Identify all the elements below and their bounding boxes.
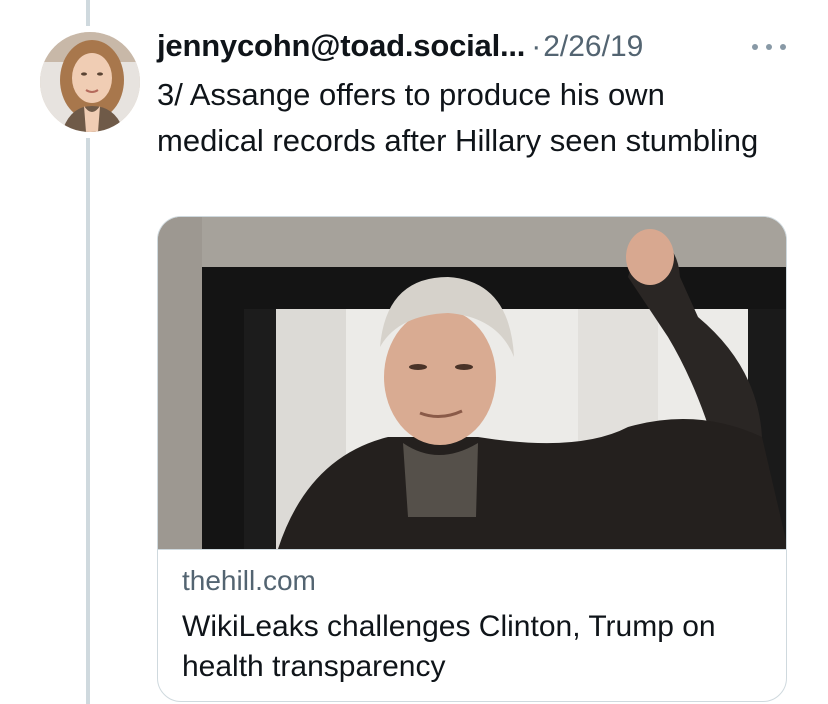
tweet-header: jennycohn@toad.social... · 2/26/19 [157, 28, 643, 68]
user-handle[interactable]: jennycohn@toad.social... [157, 28, 525, 64]
tweet-text: 3/ Assange offers to produce his own med… [157, 77, 759, 158]
card-domain: thehill.com [182, 565, 316, 596]
more-dot [766, 44, 772, 50]
card-image [158, 217, 786, 549]
thread-line [86, 0, 90, 26]
tweet[interactable]: jennycohn@toad.social... · 2/26/19 3/ As… [0, 0, 828, 704]
card-title: WikiLeaks challenges Clinton, Trump on h… [182, 610, 716, 683]
separator-dot: · [531, 30, 542, 63]
more-horizontal-icon[interactable] [752, 40, 786, 54]
card-divider [158, 549, 786, 550]
card-photo [158, 217, 786, 549]
avatar-image [40, 32, 140, 132]
link-card[interactable]: thehill.com WikiLeaks challenges Clinton… [157, 216, 787, 702]
avatar[interactable] [40, 32, 140, 132]
tweet-date[interactable]: 2/26/19 [543, 30, 643, 64]
more-dot [752, 44, 758, 50]
more-dot [780, 44, 786, 50]
thread-line [86, 138, 90, 704]
